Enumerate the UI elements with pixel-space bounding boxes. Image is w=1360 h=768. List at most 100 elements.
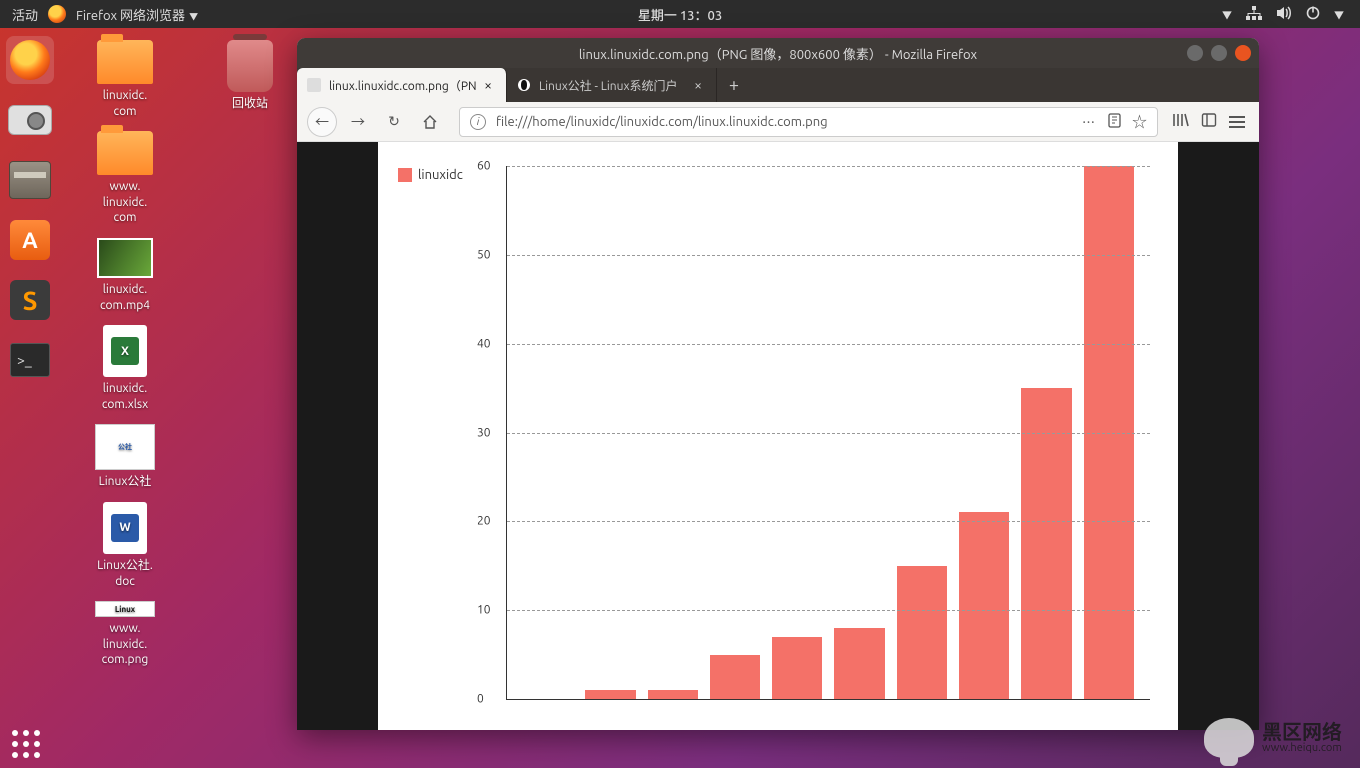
icon-label: Linux公社.doc <box>97 558 153 589</box>
legend-label: linuxidc <box>418 168 463 182</box>
content-area: linuxidc 0102030405060 <box>297 142 1259 730</box>
forward-button[interactable]: → <box>343 107 373 137</box>
software-center-icon: A <box>10 220 50 260</box>
watermark: 黑区网络 www.heiqu.com <box>1204 718 1342 758</box>
desktop-icon[interactable]: linuxidc.com.mp4 <box>70 238 180 313</box>
desktop-icon[interactable]: Xlinuxidc.com.xlsx <box>70 325 180 412</box>
tab-close-icon[interactable]: × <box>480 77 496 93</box>
bar <box>959 512 1009 699</box>
firefox-icon <box>48 5 66 23</box>
icon-label: 回收站 <box>232 96 268 112</box>
firefox-window: linux.linuxidc.com.png（PNG 图像，800x600 像素… <box>297 38 1259 730</box>
dock-camera[interactable] <box>6 96 54 144</box>
site-info-icon[interactable]: i <box>470 114 486 130</box>
image-viewer: linuxidc 0102030405060 <box>378 142 1178 730</box>
folder-icon <box>97 131 153 175</box>
browser-tab[interactable]: linux.linuxidc.com.png（PN× <box>297 68 507 102</box>
new-tab-button[interactable]: + <box>717 68 751 102</box>
home-button[interactable] <box>415 107 445 137</box>
tab-strip: linux.linuxidc.com.png（PN×Linux公社 - Linu… <box>297 68 1259 102</box>
tab-close-icon[interactable]: × <box>690 77 706 93</box>
power-icon[interactable] <box>1306 6 1320 23</box>
desktop-icon[interactable]: 回收站 <box>195 40 305 112</box>
back-button[interactable]: ← <box>307 107 337 137</box>
icon-label: linuxidc.com.xlsx <box>102 381 148 412</box>
bar <box>648 690 698 699</box>
chevron-down-icon[interactable]: ▼ <box>1334 7 1344 22</box>
menu-button[interactable] <box>1229 116 1245 128</box>
bookmark-star-icon[interactable]: ☆ <box>1132 111 1147 132</box>
desktop-icon[interactable]: www.linuxidc.com <box>70 131 180 226</box>
desktop-icons-col1: linuxidc.com www.linuxidc.com linuxidc.com… <box>70 40 180 668</box>
grid-line <box>507 255 1150 256</box>
page-actions-icon[interactable]: ⋯ <box>1082 112 1097 131</box>
desktop-icon[interactable]: WLinux公社.doc <box>70 502 180 589</box>
minimize-button[interactable] <box>1187 45 1203 61</box>
favicon <box>517 78 531 92</box>
grid-line <box>507 166 1150 167</box>
dock-files[interactable] <box>6 156 54 204</box>
favicon <box>307 78 321 92</box>
grid-line <box>507 433 1150 434</box>
video-icon <box>97 238 153 278</box>
active-app-label[interactable]: Firefox 网络浏览器 ▼ <box>76 5 198 24</box>
desktop-icons-col2: 回收站 <box>195 40 305 112</box>
sidebar-icon[interactable] <box>1201 112 1217 132</box>
maximize-button[interactable] <box>1211 45 1227 61</box>
y-tick-label: 20 <box>477 515 491 528</box>
network-icon[interactable] <box>1246 6 1262 23</box>
png-icon: 公社 <box>95 424 155 470</box>
chart-legend: linuxidc <box>398 168 463 182</box>
bar <box>1021 388 1071 699</box>
desktop-icon[interactable]: linuxidc.com <box>70 40 180 119</box>
icon-label: www.linuxidc.com <box>103 179 147 226</box>
dock-software[interactable]: A <box>6 216 54 264</box>
watermark-url: www.heiqu.com <box>1262 742 1342 754</box>
desktop-icon[interactable]: Linuxwww.linuxidc.com.png <box>70 601 180 668</box>
close-button[interactable] <box>1235 45 1251 61</box>
icon-label: linuxidc.com.mp4 <box>100 282 150 313</box>
window-titlebar[interactable]: linux.linuxidc.com.png（PNG 图像，800x600 像素… <box>297 38 1259 68</box>
sublime-icon: S <box>10 280 50 320</box>
bar <box>834 628 884 699</box>
y-tick-label: 30 <box>477 426 491 439</box>
bar <box>710 655 760 699</box>
grid-line <box>507 344 1150 345</box>
watermark-text: 黑区网络 <box>1262 722 1342 742</box>
dock-terminal[interactable]: >_ <box>6 336 54 384</box>
mushroom-icon <box>1204 718 1254 758</box>
y-tick-label: 0 <box>477 693 484 706</box>
legend-swatch <box>398 168 412 182</box>
dock-firefox[interactable] <box>6 36 54 84</box>
reader-mode-icon[interactable] <box>1107 113 1122 131</box>
library-icon[interactable] <box>1172 112 1189 132</box>
y-tick-label: 50 <box>477 248 491 261</box>
firefox-icon <box>10 40 50 80</box>
input-source-indicator[interactable]: ▼ <box>1222 7 1232 22</box>
xlsx-icon: X <box>103 325 147 377</box>
files-icon <box>9 161 51 199</box>
clock[interactable]: 星期一 13：03 <box>638 5 722 24</box>
trash-icon <box>227 40 273 92</box>
tab-label: linux.linuxidc.com.png（PN <box>329 77 477 94</box>
y-tick-label: 10 <box>477 604 491 617</box>
activities-button[interactable]: 活动 <box>12 5 38 24</box>
terminal-icon: >_ <box>10 343 50 377</box>
dock-sublime[interactable]: S <box>6 276 54 324</box>
url-bar[interactable]: i file:///home/linuxidc/linuxidc.com/lin… <box>459 107 1158 137</box>
desktop-icon[interactable]: 公社 Linux公社 <box>70 424 180 490</box>
show-applications-button[interactable] <box>12 730 40 758</box>
reload-button[interactable]: ↻ <box>379 107 409 137</box>
y-tick-label: 60 <box>477 160 491 173</box>
icon-label: linuxidc.com <box>103 88 147 119</box>
browser-tab[interactable]: Linux公社 - Linux系统门户× <box>507 68 717 102</box>
grid-line <box>507 521 1150 522</box>
url-text: file:///home/linuxidc/linuxidc.com/linux… <box>496 115 1072 129</box>
icon-label: Linux公社 <box>99 474 152 490</box>
chevron-down-icon: ▼ <box>187 12 198 22</box>
bar-chart: linuxidc 0102030405060 <box>396 166 1160 720</box>
volume-icon[interactable] <box>1276 6 1292 23</box>
window-title: linux.linuxidc.com.png（PNG 图像，800x600 像素… <box>579 44 977 63</box>
folder-icon <box>97 40 153 84</box>
grid-line <box>507 610 1150 611</box>
